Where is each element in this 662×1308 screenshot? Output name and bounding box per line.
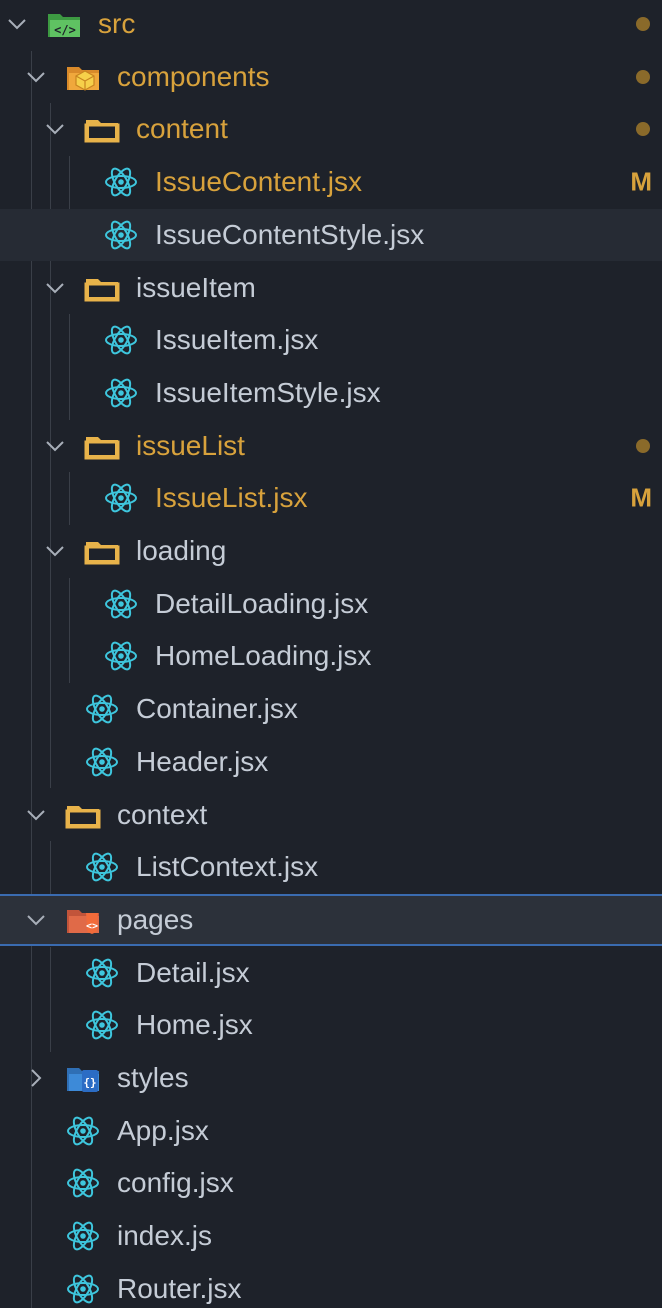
tree-file-issueitem-jsx[interactable]: IssueItem.jsx	[0, 314, 662, 366]
tree-file-issuecontentstyle-jsx[interactable]: IssueContentStyle.jsx	[0, 208, 662, 261]
modified-dot-indicator	[636, 438, 650, 453]
chevron-down-icon[interactable]	[6, 13, 28, 35]
tree-item-label: issueItem	[136, 271, 256, 303]
tree-item-label: IssueContentStyle.jsx	[155, 218, 425, 250]
tree-folder-context[interactable]: context	[0, 789, 662, 841]
react-icon	[103, 638, 139, 674]
react-icon	[65, 1113, 101, 1149]
tree-item-label: loading	[136, 535, 227, 566]
react-icon	[103, 322, 139, 358]
svg-text:<>: <>	[86, 921, 98, 932]
tree-folder-pages[interactable]: <> pages	[0, 893, 662, 946]
tree-folder-content[interactable]: content	[0, 103, 662, 155]
modified-dot-indicator	[636, 17, 650, 31]
file-explorer-tree: </> src components content IssueContent.jsx M…	[0, 0, 662, 1308]
tree-file-homeloading-jsx[interactable]: HomeLoading.jsx	[0, 630, 662, 682]
react-icon	[84, 1007, 120, 1043]
tree-item-label: Router.jsx	[117, 1272, 242, 1304]
tree-folder-src[interactable]: </> src	[0, 0, 662, 50]
tree-file-config-jsx[interactable]: config.jsx	[0, 1157, 662, 1209]
tree-item-label: index.js	[117, 1220, 212, 1252]
react-icon	[103, 217, 139, 253]
tree-item-label: Container.jsx	[136, 693, 298, 725]
tree-folder-components[interactable]: components	[0, 51, 662, 103]
tree-item-label: IssueList.jsx	[155, 482, 308, 514]
react-icon	[103, 375, 139, 411]
tree-file-issueitemstyle-jsx[interactable]: IssueItemStyle.jsx	[0, 367, 662, 419]
tree-folder-issuelist[interactable]: issueList	[0, 420, 662, 472]
chevron-down-icon[interactable]	[44, 118, 66, 140]
folder-icon	[84, 111, 120, 147]
tree-item-label: Detail.jsx	[136, 956, 250, 988]
svg-text:</>: </>	[54, 23, 76, 37]
tree-item-label: Header.jsx	[136, 745, 269, 777]
tree-item-label: src	[98, 8, 136, 39]
tree-file-issuecontent-jsx[interactable]: IssueContent.jsx M	[0, 156, 662, 208]
tree-file-home-jsx[interactable]: Home.jsx	[0, 999, 662, 1051]
tree-item-label: context	[117, 798, 208, 830]
tree-item-label: App.jsx	[117, 1114, 209, 1146]
tree-item-label: config.jsx	[117, 1167, 234, 1199]
svg-text:{}: {}	[83, 1076, 96, 1089]
tree-item-label: IssueItemStyle.jsx	[155, 376, 381, 408]
tree-file-listcontext-jsx[interactable]: ListContext.jsx	[0, 841, 662, 893]
tree-folder-issueitem[interactable]: issueItem	[0, 262, 662, 314]
react-icon	[103, 164, 139, 200]
chevron-down-icon[interactable]	[44, 435, 66, 457]
tree-file-container-jsx[interactable]: Container.jsx	[0, 683, 662, 735]
tree-file-router-jsx[interactable]: Router.jsx	[0, 1263, 662, 1308]
react-icon	[65, 1165, 101, 1201]
react-icon	[84, 691, 120, 727]
tree-folder-styles[interactable]: {} styles	[0, 1052, 662, 1104]
tree-file-detailloading-jsx[interactable]: DetailLoading.jsx	[0, 578, 662, 630]
folder-icon	[84, 428, 120, 464]
react-icon	[103, 480, 139, 516]
react-icon	[65, 1271, 101, 1307]
tree-item-label: IssueItem.jsx	[155, 324, 319, 356]
modified-dot-indicator	[636, 69, 650, 84]
tree-item-label: IssueContent.jsx	[155, 166, 362, 198]
folder-styles-icon: {}	[65, 1060, 101, 1096]
chevron-down-icon[interactable]	[44, 277, 66, 299]
react-icon	[84, 744, 120, 780]
tree-item-label: issueList	[136, 429, 245, 461]
folder-icon	[84, 270, 120, 306]
folder-icon	[65, 797, 101, 833]
react-icon	[84, 955, 120, 991]
tree-item-label: ListContext.jsx	[136, 851, 319, 883]
git-status-badge: M	[630, 166, 652, 197]
tree-file-index-js[interactable]: index.js	[0, 1210, 662, 1262]
chevron-down-icon[interactable]	[25, 66, 47, 88]
chevron-down-icon[interactable]	[25, 909, 47, 931]
chevron-down-icon[interactable]	[25, 804, 47, 826]
tree-item-label: content	[136, 113, 228, 145]
tree-item-label: DetailLoading.jsx	[155, 587, 369, 619]
react-icon	[103, 586, 139, 622]
modified-dot-indicator	[636, 122, 650, 137]
tree-item-label: Home.jsx	[136, 1009, 253, 1041]
tree-folder-loading[interactable]: loading	[0, 525, 662, 577]
tree-item-label: pages	[117, 903, 194, 935]
tree-item-label: styles	[117, 1062, 189, 1093]
tree-file-app-jsx[interactable]: App.jsx	[0, 1105, 662, 1157]
tree-file-issuelist-jsx[interactable]: IssueList.jsx M	[0, 472, 662, 524]
chevron-down-icon[interactable]	[44, 540, 66, 562]
react-icon	[84, 849, 120, 885]
tree-item-label: HomeLoading.jsx	[155, 640, 372, 672]
tree-item-label: components	[117, 60, 270, 92]
folder-components-icon	[65, 59, 101, 95]
folder-pages-icon: <>	[65, 902, 101, 938]
tree-file-detail-jsx[interactable]: Detail.jsx	[0, 947, 662, 999]
folder-icon	[84, 533, 120, 569]
git-status-badge: M	[630, 482, 652, 513]
tree-file-header-jsx[interactable]: Header.jsx	[0, 736, 662, 788]
chevron-right-icon[interactable]	[25, 1067, 47, 1089]
react-icon	[65, 1218, 101, 1254]
folder-src-icon: </>	[46, 6, 82, 42]
